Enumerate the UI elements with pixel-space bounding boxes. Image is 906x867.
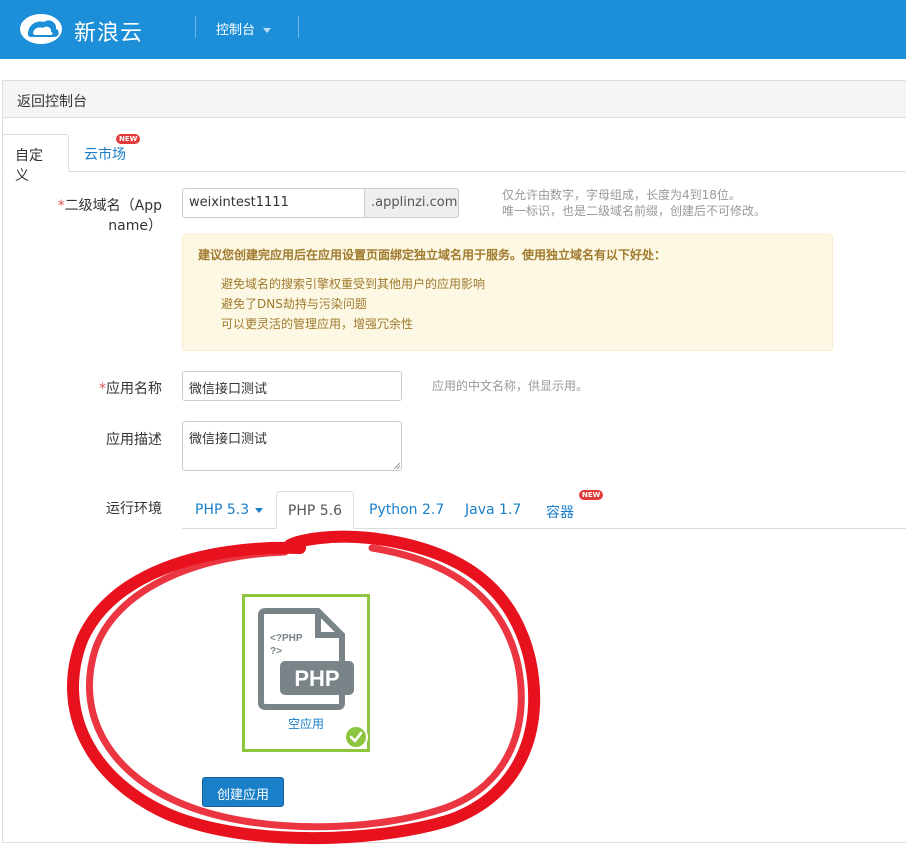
resize-handle-icon[interactable] bbox=[393, 462, 401, 470]
app-name-label: *二级域名（App name） bbox=[10, 195, 162, 235]
console-menu[interactable]: 控制台 bbox=[216, 19, 272, 38]
top-navbar: 新浪云 控制台 bbox=[0, 0, 906, 59]
domain-suffix: .applinzi.com bbox=[365, 188, 459, 218]
new-badge: NEW bbox=[579, 490, 604, 500]
notice-heading: 建议您创建完应用后在应用设置页面绑定独立域名用于服务。使用独立域名有以下好处： bbox=[198, 248, 667, 262]
breadcrumb: 返回控制台 bbox=[2, 80, 906, 118]
divider bbox=[298, 16, 299, 38]
app-name-help: 仅允许由数字，字母组成，长度为4到18位。 唯一标识，也是二级域名前缀，创建后不… bbox=[502, 187, 766, 219]
tab-label: Java 1.7 bbox=[465, 502, 522, 518]
runtime-label: 运行环境 bbox=[106, 501, 162, 517]
tab-java17[interactable]: Java 1.7 bbox=[465, 491, 521, 529]
tab-php56[interactable]: PHP 5.6 bbox=[276, 491, 354, 529]
divider bbox=[195, 16, 196, 38]
tab-python27[interactable]: Python 2.7 bbox=[369, 491, 444, 529]
notice-item: 可以更灵活的管理应用，增强冗余性 bbox=[221, 317, 414, 331]
display-name-label: *应用名称 bbox=[60, 378, 162, 398]
chevron-down-icon bbox=[263, 28, 272, 33]
app-name-help-line2: 唯一标识，也是二级域名前缀，创建后不可修改。 bbox=[502, 204, 767, 218]
description-label: 应用描述 bbox=[106, 432, 162, 448]
back-to-console-link[interactable]: 返回控制台 bbox=[17, 91, 87, 111]
app-name-input[interactable]: weixintest1111 bbox=[182, 188, 365, 218]
cloud-icon[interactable] bbox=[18, 10, 64, 46]
app-name-help-line1: 仅允许由数字，字母组成，长度为4到18位。 bbox=[502, 188, 741, 202]
tab-label: 容器 bbox=[546, 505, 574, 521]
tab-label: PHP 5.3 bbox=[195, 502, 250, 518]
tab-php53[interactable]: PHP 5.3 bbox=[195, 491, 264, 529]
tab-container[interactable]: 容器 bbox=[546, 491, 574, 529]
notice-item: 避免域名的搜索引擎权重受到其他用户的应用影响 bbox=[221, 277, 486, 291]
tab-custom[interactable]: 自定义 bbox=[2, 134, 69, 184]
display-name-help: 应用的中文名称，供显示用。 bbox=[432, 379, 589, 393]
create-app-button[interactable]: 创建应用 bbox=[202, 777, 284, 807]
file-code-line: <?PHP bbox=[270, 633, 303, 644]
display-name-label-text: 应用名称 bbox=[106, 381, 162, 397]
tab-label: 云市场 bbox=[84, 147, 126, 163]
app-name-label-text: 二级域名（App name） bbox=[64, 198, 162, 234]
file-code-line: ?> bbox=[270, 646, 282, 657]
domain-notice: 建议您创建完应用后在应用设置页面绑定独立域名用于服务。使用独立域名有以下好处： … bbox=[182, 234, 833, 351]
required-mark: * bbox=[99, 381, 106, 397]
php-badge-text: PHP bbox=[294, 666, 339, 691]
check-icon bbox=[344, 725, 368, 749]
chevron-down-icon bbox=[255, 507, 264, 513]
console-menu-label: 控制台 bbox=[216, 23, 256, 38]
notice-item: 避免了DNS劫持与污染问题 bbox=[221, 297, 367, 311]
runtime-tabs: PHP 5.3 PHP 5.6 Python 2.7 Java 1.7 容器 bbox=[182, 491, 906, 529]
php-file-icon: <?PHP ?> PHP bbox=[258, 608, 354, 710]
required-mark: * bbox=[57, 198, 65, 214]
tab-label: PHP 5.6 bbox=[287, 503, 343, 519]
brand-name[interactable]: 新浪云 bbox=[74, 15, 143, 47]
display-name-input[interactable]: 微信接口测试 bbox=[182, 371, 402, 401]
empty-app-template-card[interactable]: <?PHP ?> PHP 空应用 bbox=[242, 594, 370, 752]
new-badge: NEW bbox=[116, 134, 141, 144]
description-textarea[interactable]: 微信接口测试 bbox=[182, 421, 402, 471]
tab-label: Python 2.7 bbox=[369, 502, 445, 518]
